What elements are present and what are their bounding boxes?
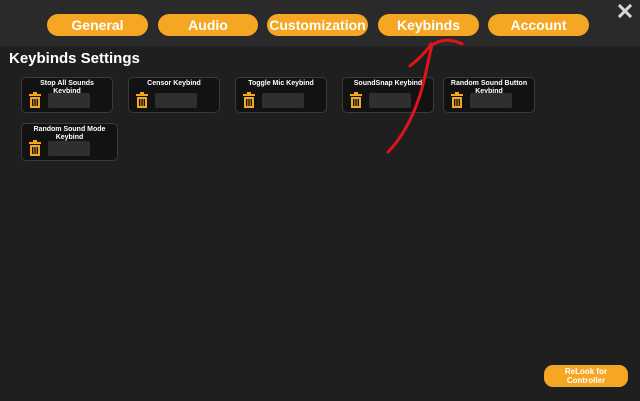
- trash-icon[interactable]: [28, 140, 42, 156]
- keybind-input[interactable]: [369, 93, 411, 108]
- tab-account[interactable]: Account: [488, 14, 589, 36]
- trash-icon[interactable]: [242, 92, 256, 108]
- close-icon: [618, 4, 632, 18]
- keybind-input[interactable]: [48, 141, 90, 156]
- keybind-input[interactable]: [262, 93, 304, 108]
- tab-general[interactable]: General: [47, 14, 148, 36]
- keybind-label: Toggle Mic Keybind: [248, 80, 314, 87]
- keybind-card-soundsnap: SoundSnap Keybind: [342, 77, 434, 113]
- tab-customization[interactable]: Customization: [267, 14, 368, 36]
- tab-keybinds[interactable]: Keybinds: [378, 14, 479, 36]
- keybind-card-random-sound-button: Random Sound Button Keybind: [443, 77, 535, 113]
- relook-for-controller-button[interactable]: ReLook for Controller: [544, 365, 628, 387]
- trash-icon[interactable]: [28, 92, 42, 108]
- trash-icon[interactable]: [349, 92, 363, 108]
- keybind-card-random-sound-mode: Random Sound Mode Keybind: [21, 123, 118, 161]
- trash-icon[interactable]: [135, 92, 149, 108]
- close-button[interactable]: [616, 2, 634, 20]
- keybind-card-censor: Censor Keybind: [128, 77, 220, 113]
- keybind-label: Censor Keybind: [147, 80, 201, 87]
- keybind-card-toggle-mic: Toggle Mic Keybind: [235, 77, 327, 113]
- keybind-input[interactable]: [470, 93, 512, 108]
- page-title: Keybinds Settings: [9, 50, 140, 67]
- trash-icon[interactable]: [450, 92, 464, 108]
- keybind-input[interactable]: [155, 93, 197, 108]
- keybind-label: SoundSnap Keybind: [353, 80, 423, 87]
- keybind-card-stop-all-sounds: Stop All Sounds Keybind: [21, 77, 113, 113]
- tab-audio[interactable]: Audio: [158, 14, 258, 36]
- keybind-input[interactable]: [48, 93, 90, 108]
